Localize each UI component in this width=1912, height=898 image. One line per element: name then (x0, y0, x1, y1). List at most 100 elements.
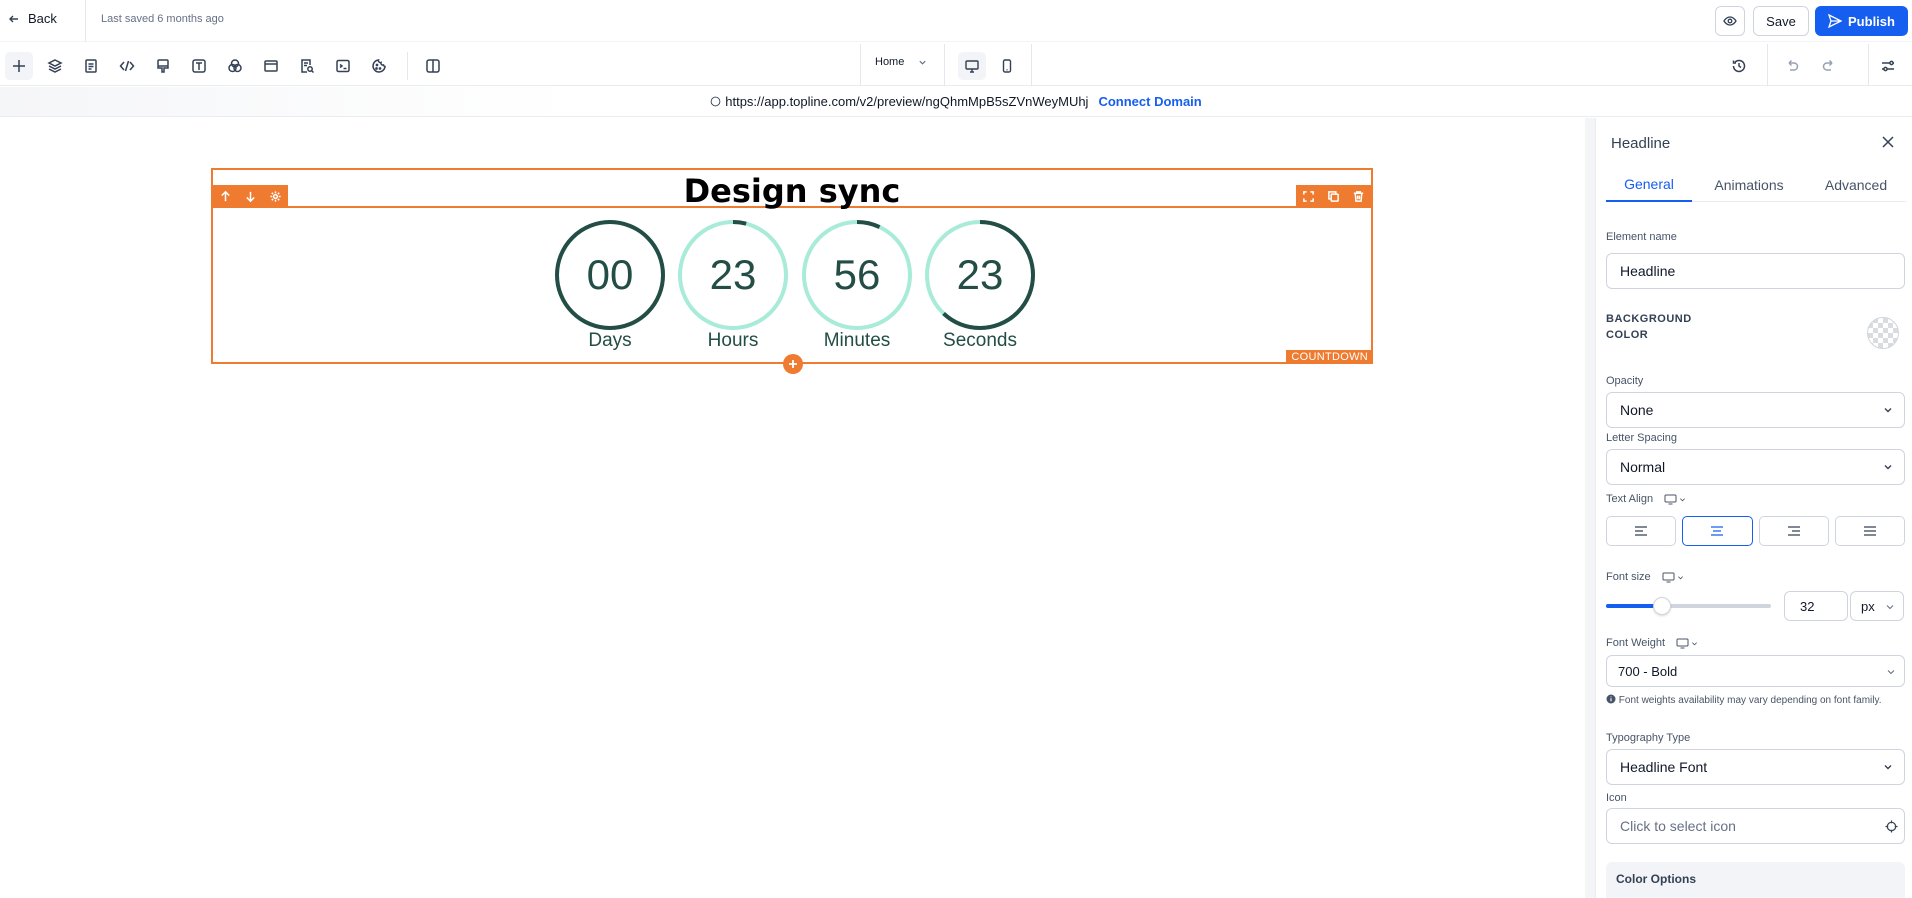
timer-value: 23 (956, 251, 1004, 298)
opacity-select[interactable]: None (1606, 392, 1905, 428)
layout-button[interactable] (257, 52, 285, 80)
align-left-button[interactable] (1606, 516, 1677, 546)
styles-button[interactable] (149, 52, 177, 80)
move-up-button[interactable] (213, 185, 238, 207)
info-icon (1606, 694, 1616, 704)
chevron-down-icon (1692, 641, 1698, 646)
countdown-section[interactable]: Design sync 00 Days 23 Hours 56 Minutes … (211, 168, 1373, 374)
layers-button[interactable] (41, 52, 69, 80)
redo-button[interactable] (1815, 52, 1843, 80)
redo-icon (1822, 59, 1833, 71)
align-justify-button[interactable] (1834, 516, 1905, 546)
save-button[interactable]: Save (1753, 6, 1809, 36)
divider (1868, 44, 1869, 86)
font-size-slider[interactable] (1606, 597, 1771, 615)
preview-button[interactable] (1715, 6, 1745, 36)
tab-general[interactable]: General (1606, 168, 1692, 202)
settings-button[interactable] (1874, 52, 1902, 80)
panel-title: Headline (1611, 135, 1671, 152)
font-weight-note-text: Font weights availability may vary depen… (1618, 695, 1882, 706)
preview-url[interactable]: https://app.topline.com/v2/preview/ngQhm… (710, 94, 1088, 109)
text-align-group (1606, 516, 1905, 546)
slider-handle[interactable] (1653, 597, 1671, 615)
seo-button[interactable] (293, 52, 321, 80)
plus-icon (789, 360, 797, 368)
mobile-view-button[interactable] (993, 52, 1021, 80)
opacity-label: Opacity (1606, 375, 1644, 387)
chevron-down-icon (919, 60, 926, 65)
arrow-up-icon (221, 190, 230, 201)
responsive-toggle[interactable] (1676, 638, 1698, 649)
back-button[interactable]: Back (8, 11, 57, 26)
panel-tabs: General Animations Advanced (1606, 168, 1906, 202)
color-options-header[interactable]: Color Options (1606, 862, 1905, 898)
tab-advanced[interactable]: Advanced (1806, 168, 1906, 202)
text-button[interactable] (185, 52, 213, 80)
close-panel-button[interactable] (1881, 132, 1895, 155)
layers-icon (47, 59, 63, 73)
connect-domain-link[interactable]: Connect Domain (1098, 94, 1201, 109)
letter-spacing-label: Letter Spacing (1606, 432, 1677, 444)
move-down-button[interactable] (238, 185, 263, 207)
divider (1767, 44, 1768, 86)
timer-label: Minutes (823, 330, 891, 351)
responsive-toggle[interactable] (1664, 494, 1686, 505)
countdown-tag: COUNTDOWN (1286, 350, 1373, 364)
divider (85, 0, 86, 42)
timer-label: Days (588, 330, 632, 351)
element-name-input[interactable]: Headline (1606, 253, 1905, 289)
icon-select-input[interactable]: Click to select icon (1606, 808, 1905, 844)
crosshair-icon (1885, 820, 1898, 833)
document-search-icon (301, 59, 315, 74)
headline-element[interactable]: Design sync (213, 170, 1371, 210)
typography-type-select[interactable]: Headline Font (1606, 749, 1905, 785)
timer-label: Seconds (943, 330, 1017, 351)
font-size-unit-select[interactable]: px (1850, 591, 1904, 621)
color-button[interactable] (221, 52, 249, 80)
publish-button[interactable]: Publish (1815, 6, 1908, 36)
align-center-icon (1711, 526, 1724, 536)
delete-button[interactable] (1346, 185, 1371, 207)
close-icon (1882, 136, 1894, 148)
align-right-button[interactable] (1758, 516, 1829, 546)
send-icon (1828, 14, 1843, 28)
timer-label: Hours (707, 330, 759, 351)
add-element-button[interactable] (5, 52, 33, 80)
desktop-view-button[interactable] (958, 52, 986, 80)
pages-button[interactable] (77, 52, 105, 80)
split-view-button[interactable] (419, 52, 447, 80)
font-weight-note: Font weights availability may vary depen… (1606, 692, 1906, 710)
add-section-button[interactable] (783, 354, 803, 374)
typography-type-label: Typography Type (1606, 732, 1691, 744)
font-weight-label-text: Font Weight (1606, 637, 1666, 649)
timer-value: 23 (709, 251, 757, 298)
font-size-label: Font size (1606, 571, 1684, 583)
editor-canvas[interactable]: Design sync 00 Days 23 Hours 56 Minutes … (0, 118, 1585, 898)
element-settings-button[interactable] (263, 185, 288, 207)
headline-text[interactable]: Design sync (213, 172, 1371, 210)
font-weight-select[interactable]: 700 - Bold (1606, 655, 1905, 687)
opacity-value: None (1620, 402, 1654, 418)
history-button[interactable] (1725, 52, 1753, 80)
chevron-down-icon (1884, 765, 1892, 770)
terminal-button[interactable] (329, 52, 357, 80)
cookie-button[interactable] (365, 52, 393, 80)
element-action-toolbar (1296, 185, 1371, 207)
duplicate-button[interactable] (1321, 185, 1346, 207)
copy-icon (1328, 190, 1339, 202)
undo-icon (1788, 59, 1799, 71)
undo-button[interactable] (1778, 52, 1806, 80)
chevron-down-icon (1677, 575, 1683, 580)
countdown-timer: 23 Hours (675, 220, 791, 352)
align-center-button[interactable] (1682, 516, 1753, 546)
tab-animations[interactable]: Animations (1692, 168, 1806, 202)
gear-icon (270, 190, 281, 202)
page-select[interactable]: Home (875, 56, 927, 68)
background-color-swatch[interactable] (1867, 317, 1899, 349)
font-size-input[interactable]: 32 (1784, 591, 1848, 621)
responsive-toggle[interactable] (1662, 572, 1684, 583)
expand-button[interactable] (1296, 185, 1321, 207)
timer-ring: 56 (800, 220, 914, 330)
code-button[interactable] (113, 52, 141, 80)
letter-spacing-select[interactable]: Normal (1606, 449, 1905, 485)
